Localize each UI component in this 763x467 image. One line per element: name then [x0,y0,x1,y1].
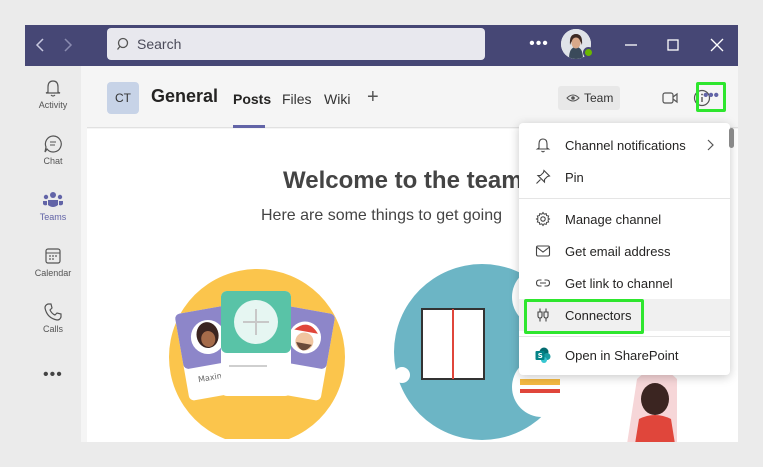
svg-text:S: S [538,352,543,360]
channel-title: General [151,86,219,106]
eye-icon [566,94,580,102]
menu-item-manage-channel[interactable]: Manage channel [519,203,730,235]
channel-header: CT General Posts Files Wiki + Team ••• [87,66,738,128]
team-button-label: Team [584,91,614,105]
menu-scrollbar[interactable] [729,128,734,148]
menu-item-connectors[interactable]: Connectors [519,299,730,334]
more-options-button[interactable]: ••• [696,82,726,112]
chat-icon [44,135,62,153]
menu-divider [519,336,730,337]
menu-item-label: Get link to channel [565,276,673,291]
team-button[interactable]: Team [558,86,620,110]
team-avatar: CT [107,82,139,114]
teams-icon [43,192,63,207]
rail-item-chat[interactable]: Chat [25,134,81,186]
pin-icon [536,169,551,184]
menu-item-label: Get email address [565,244,671,259]
close-icon[interactable] [707,35,727,55]
bell-icon [45,80,61,97]
menu-item-label: Pin [565,170,584,185]
menu-item-label: Channel notifications [565,138,686,153]
rail-more-button[interactable]: ••• [43,366,63,384]
minimize-icon[interactable] [621,35,641,55]
welcome-title: Welcome to the team! [283,167,531,194]
chevron-right-icon [707,139,714,151]
meet-icon[interactable] [660,88,680,108]
add-members-illustration: Maxine ky [169,269,345,439]
gear-icon [535,211,551,227]
active-tab-indicator [233,125,265,128]
menu-item-get-link-to-channel[interactable]: Get link to channel [519,267,730,299]
maximize-icon[interactable] [663,35,683,55]
calendar-icon [45,248,61,264]
rail-item-teams[interactable]: Teams [25,190,81,242]
rail-item-activity[interactable]: Activity [25,78,81,130]
menu-item-channel-notifications[interactable]: Channel notifications [519,129,730,161]
channel-options-menu: Channel notifications Pin Manage channel… [519,123,730,375]
rail-label: Chat [43,156,63,166]
rail-item-calls[interactable]: Calls [25,302,81,354]
link-icon [535,279,551,287]
back-arrow-icon[interactable] [32,36,50,54]
forward-arrow-icon[interactable] [58,36,76,54]
connectors-highlight-box [524,299,644,334]
sharepoint-icon: S [535,347,551,363]
bell-icon [535,138,551,153]
search-placeholder: Search [137,36,182,52]
title-bar: Search ••• [25,25,738,66]
welcome-subtitle: Here are some things to get going [261,207,503,224]
menu-item-pin[interactable]: Pin [519,161,730,193]
phone-icon [44,303,62,321]
mail-icon [535,245,551,257]
rail-label: Calls [42,324,63,334]
search-input[interactable]: Search [107,28,485,60]
teams-window: Search ••• Activity Chat Teams Calendar … [25,25,738,442]
rail-label: Teams [39,212,67,222]
menu-divider [519,198,730,199]
menu-item-get-email-address[interactable]: Get email address [519,235,730,267]
titlebar-more-button[interactable]: ••• [529,35,549,55]
presence-badge [583,47,594,58]
menu-item-label: Manage channel [565,212,662,227]
menu-item-label: Open in SharePoint [565,348,679,363]
tab-wiki[interactable]: Wiki [324,91,350,107]
app-rail: Activity Chat Teams Calendar Calls ••• [25,66,81,442]
add-tab-button[interactable]: + [367,86,379,109]
search-icon [117,37,129,50]
tab-posts[interactable]: Posts [233,91,271,107]
rail-label: Activity [38,100,68,110]
tab-files[interactable]: Files [282,91,312,107]
menu-item-open-in-sharepoint[interactable]: S Open in SharePoint [519,339,730,371]
rail-item-calendar[interactable]: Calendar [25,246,81,298]
rail-label: Calendar [34,268,72,278]
